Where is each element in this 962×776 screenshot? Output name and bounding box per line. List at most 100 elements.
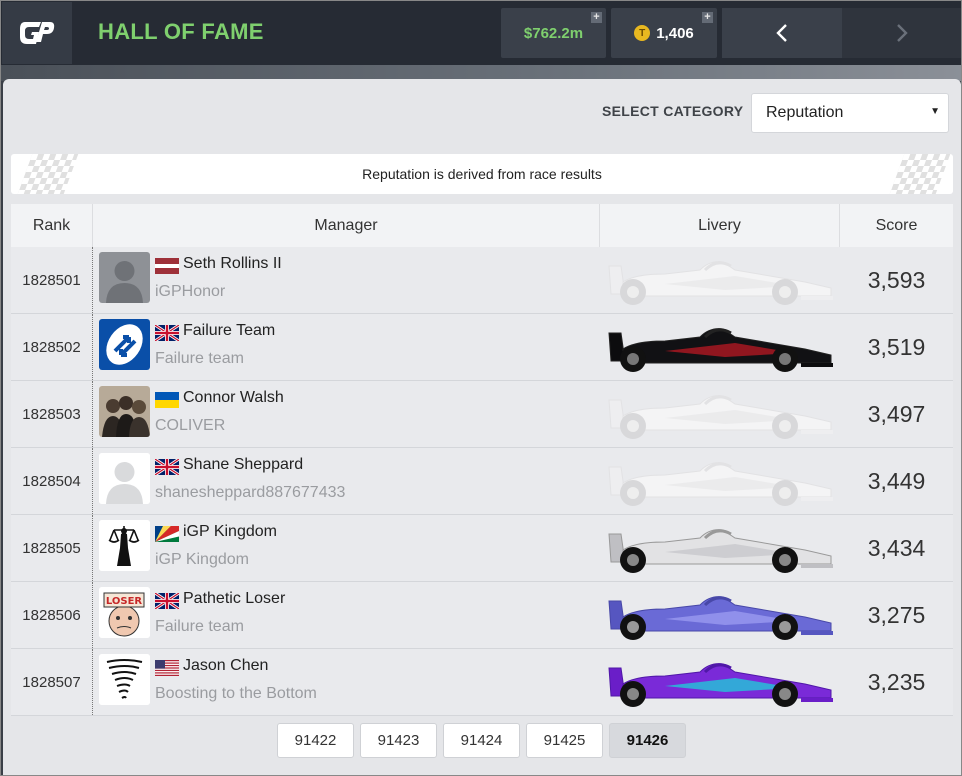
page-button[interactable]: 91425 (526, 723, 603, 758)
score-cell: 3,235 (867, 668, 926, 695)
rank-cell: 1828506 (11, 582, 93, 648)
category-select[interactable]: Reputation ▼ (751, 93, 949, 133)
rank-cell: 1828501 (11, 247, 93, 313)
livery-car-image (600, 515, 840, 581)
page-button[interactable]: 91426 (609, 723, 686, 758)
avatar[interactable] (99, 319, 150, 370)
manager-cell: Connor Walsh COLIVER (93, 381, 600, 447)
checkered-flag-right-icon (889, 154, 951, 194)
add-money-icon[interactable]: + (591, 12, 602, 23)
manager-cell: LOSER Pathetic Loser Failure team (93, 582, 600, 648)
livery-car-image (600, 649, 840, 715)
uk-flag-icon (154, 457, 180, 477)
page-button[interactable]: 91424 (443, 723, 520, 758)
score-cell: 3,434 (867, 534, 926, 561)
table-row[interactable]: 1828504 Shane Sheppard shanesheppard8876… (11, 448, 953, 515)
banner-text: Reputation is derived from race results (362, 166, 602, 182)
rank-cell: 1828507 (11, 649, 93, 715)
livery-car-image (600, 381, 840, 447)
manager-name-link[interactable]: Failure Team (183, 322, 275, 340)
table-row[interactable]: 1828501 Seth Rollins II iGPHonor 3,593 (11, 247, 953, 314)
leaderboard-table: Rank Manager Livery Score 1828501 Seth R… (11, 204, 953, 716)
category-selected-value: Reputation (766, 104, 844, 121)
app-frame: HALL OF FAME $762.2m + T 1,406 + SELECT … (0, 0, 962, 776)
token-coin-icon: T (634, 25, 651, 41)
page-title: HALL OF FAME (98, 19, 264, 44)
team-name-link[interactable]: Boosting to the Bottom (155, 685, 317, 703)
table-row[interactable]: 1828503 Connor Walsh COLIVER 3,497 (11, 381, 953, 448)
info-banner: Reputation is derived from race results (11, 154, 953, 194)
table-body: 1828501 Seth Rollins II iGPHonor 3,593 1… (11, 247, 953, 716)
team-name-link[interactable]: iGP Kingdom (155, 551, 249, 569)
chevron-left-icon (776, 24, 787, 42)
avatar[interactable] (99, 654, 150, 705)
avatar[interactable] (99, 453, 150, 504)
manager-cell: Shane Sheppard shanesheppard887677433 (93, 448, 600, 514)
money-value: $762.2m (523, 24, 584, 42)
team-name-link[interactable]: iGPHonor (155, 283, 225, 301)
svg-text:LOSER: LOSER (106, 596, 143, 607)
manager-cell: Jason Chen Boosting to the Bottom (93, 649, 600, 715)
ukraine-flag-icon (155, 392, 179, 408)
rank-cell: 1828502 (11, 314, 93, 380)
page-button[interactable]: 91423 (360, 723, 437, 758)
table-row[interactable]: 1828507 Jason Chen Boosting to the Botto… (11, 649, 953, 716)
livery-car-image (600, 247, 840, 313)
manager-name-link[interactable]: Pathetic Loser (183, 590, 285, 608)
score-cell: 3,519 (867, 333, 926, 360)
table-header: Rank Manager Livery Score (11, 204, 953, 247)
manager-cell: Failure Team Failure team (93, 314, 600, 380)
avatar[interactable] (99, 386, 150, 437)
column-rank[interactable]: Rank (11, 204, 93, 247)
select-category-label: SELECT CATEGORY (602, 103, 744, 119)
team-name-link[interactable]: COLIVER (155, 417, 225, 435)
manager-name-link[interactable]: Seth Rollins II (183, 255, 282, 273)
manager-name-link[interactable]: Jason Chen (183, 657, 268, 675)
team-name-link[interactable]: shanesheppard887677433 (155, 484, 345, 502)
column-score[interactable]: Score (840, 204, 953, 247)
nav-forward-button[interactable] (842, 8, 961, 58)
avatar[interactable]: LOSER (99, 587, 150, 638)
column-livery[interactable]: Livery (600, 204, 840, 247)
rank-cell: 1828504 (11, 448, 93, 514)
uk-flag-icon (154, 323, 180, 343)
hall-of-fame-panel: SELECT CATEGORY Reputation ▼ Reputation … (3, 79, 961, 775)
nav-back-button[interactable] (722, 8, 842, 58)
dropdown-arrow-icon: ▼ (930, 106, 940, 117)
top-bar: HALL OF FAME $762.2m + T 1,406 + (1, 1, 961, 65)
seychelles-flag-icon (155, 526, 179, 542)
chevron-right-icon (897, 24, 908, 42)
manager-name-link[interactable]: Shane Sheppard (183, 456, 303, 474)
page-button[interactable]: 91422 (277, 723, 354, 758)
table-row[interactable]: 1828506 LOSER Pathetic Loser Failure tea… (11, 582, 953, 649)
team-name-link[interactable]: Failure team (155, 350, 244, 368)
add-tokens-icon[interactable]: + (702, 12, 713, 23)
manager-cell: Seth Rollins II iGPHonor (93, 247, 600, 313)
pagination: 91422 91423 91424 91425 91426 (277, 723, 686, 758)
igp-logo[interactable] (2, 2, 72, 64)
livery-car-image (600, 582, 840, 648)
column-manager[interactable]: Manager (93, 204, 600, 247)
avatar[interactable] (99, 252, 150, 303)
manager-name-link[interactable]: iGP Kingdom (183, 523, 277, 541)
score-cell: 3,497 (867, 400, 926, 427)
rank-cell: 1828503 (11, 381, 93, 447)
livery-car-image (600, 448, 840, 514)
livery-car-image (600, 314, 840, 380)
latvia-flag-icon (155, 258, 179, 274)
manager-cell: iGP Kingdom iGP Kingdom (93, 515, 600, 581)
manager-name-link[interactable]: Connor Walsh (183, 389, 284, 407)
table-row[interactable]: 1828505 iGP Kingdom iGP Kingdom 3,434 (11, 515, 953, 582)
usa-flag-icon (155, 660, 179, 676)
avatar[interactable] (99, 520, 150, 571)
team-name-link[interactable]: Failure team (155, 618, 244, 636)
money-balance-button[interactable]: $762.2m + (501, 8, 606, 58)
uk-flag-icon (154, 591, 180, 611)
score-cell: 3,449 (867, 467, 926, 494)
score-cell: 3,275 (867, 601, 926, 628)
token-balance-button[interactable]: T 1,406 + (611, 8, 717, 58)
table-row[interactable]: 1828502 Failure Team Failure team 3,519 (11, 314, 953, 381)
logo-icon (20, 22, 55, 44)
token-value: 1,406 (656, 24, 694, 42)
checkered-flag-left-icon (17, 154, 79, 194)
